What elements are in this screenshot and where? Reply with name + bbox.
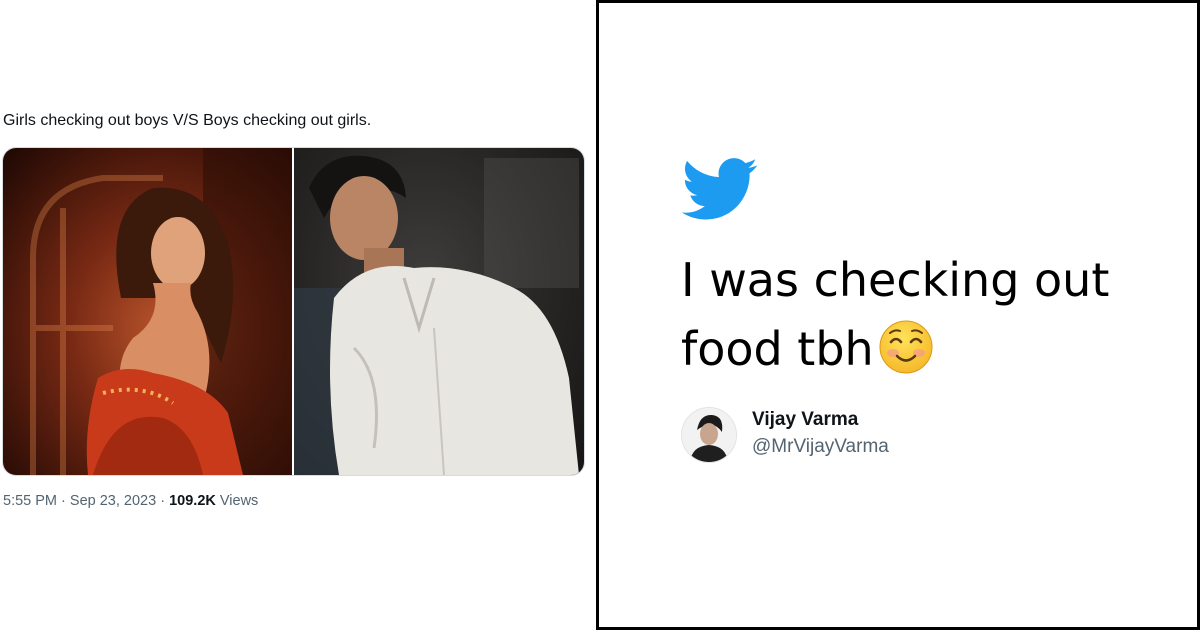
author-name[interactable]: Vijay Varma (752, 409, 858, 431)
man-in-white-shirt-photo[interactable] (294, 148, 584, 475)
author-avatar[interactable] (681, 407, 737, 463)
quote-line-2-text: food tbh (681, 322, 874, 376)
man-photo-illustration (294, 148, 584, 475)
tweet-text: Girls checking out boys V/S Boys checkin… (3, 112, 372, 129)
quote-card: I was checking out food tbh Vijay Varma … (596, 0, 1200, 630)
quote-text: I was checking out food tbh (681, 246, 1181, 384)
tweet-media-grid[interactable] (2, 147, 585, 476)
woman-photo-illustration (30, 148, 292, 475)
tweet-metadata: 5:55 PM · Sep 23, 2023 · 109.2K Views (3, 493, 258, 509)
woman-in-red-saree-photo[interactable] (3, 148, 292, 475)
tweet-time[interactable]: 5:55 PM (3, 493, 57, 509)
smiling-face-icon (878, 319, 934, 375)
quote-line-1: I was checking out (681, 253, 1110, 307)
meta-separator: · (61, 493, 66, 509)
meta-separator: · (160, 493, 166, 509)
author-handle[interactable]: @MrVijayVarma (752, 436, 889, 458)
twitter-bird-icon (681, 158, 758, 220)
tweet-screenshot: Girls checking out boys V/S Boys checkin… (0, 0, 592, 630)
views-label: Views (219, 493, 259, 509)
tweet-date[interactable]: Sep 23, 2023 (70, 493, 156, 509)
quote-line-2: food tbh (681, 315, 1181, 384)
views-count[interactable]: 109.2K (169, 493, 216, 509)
